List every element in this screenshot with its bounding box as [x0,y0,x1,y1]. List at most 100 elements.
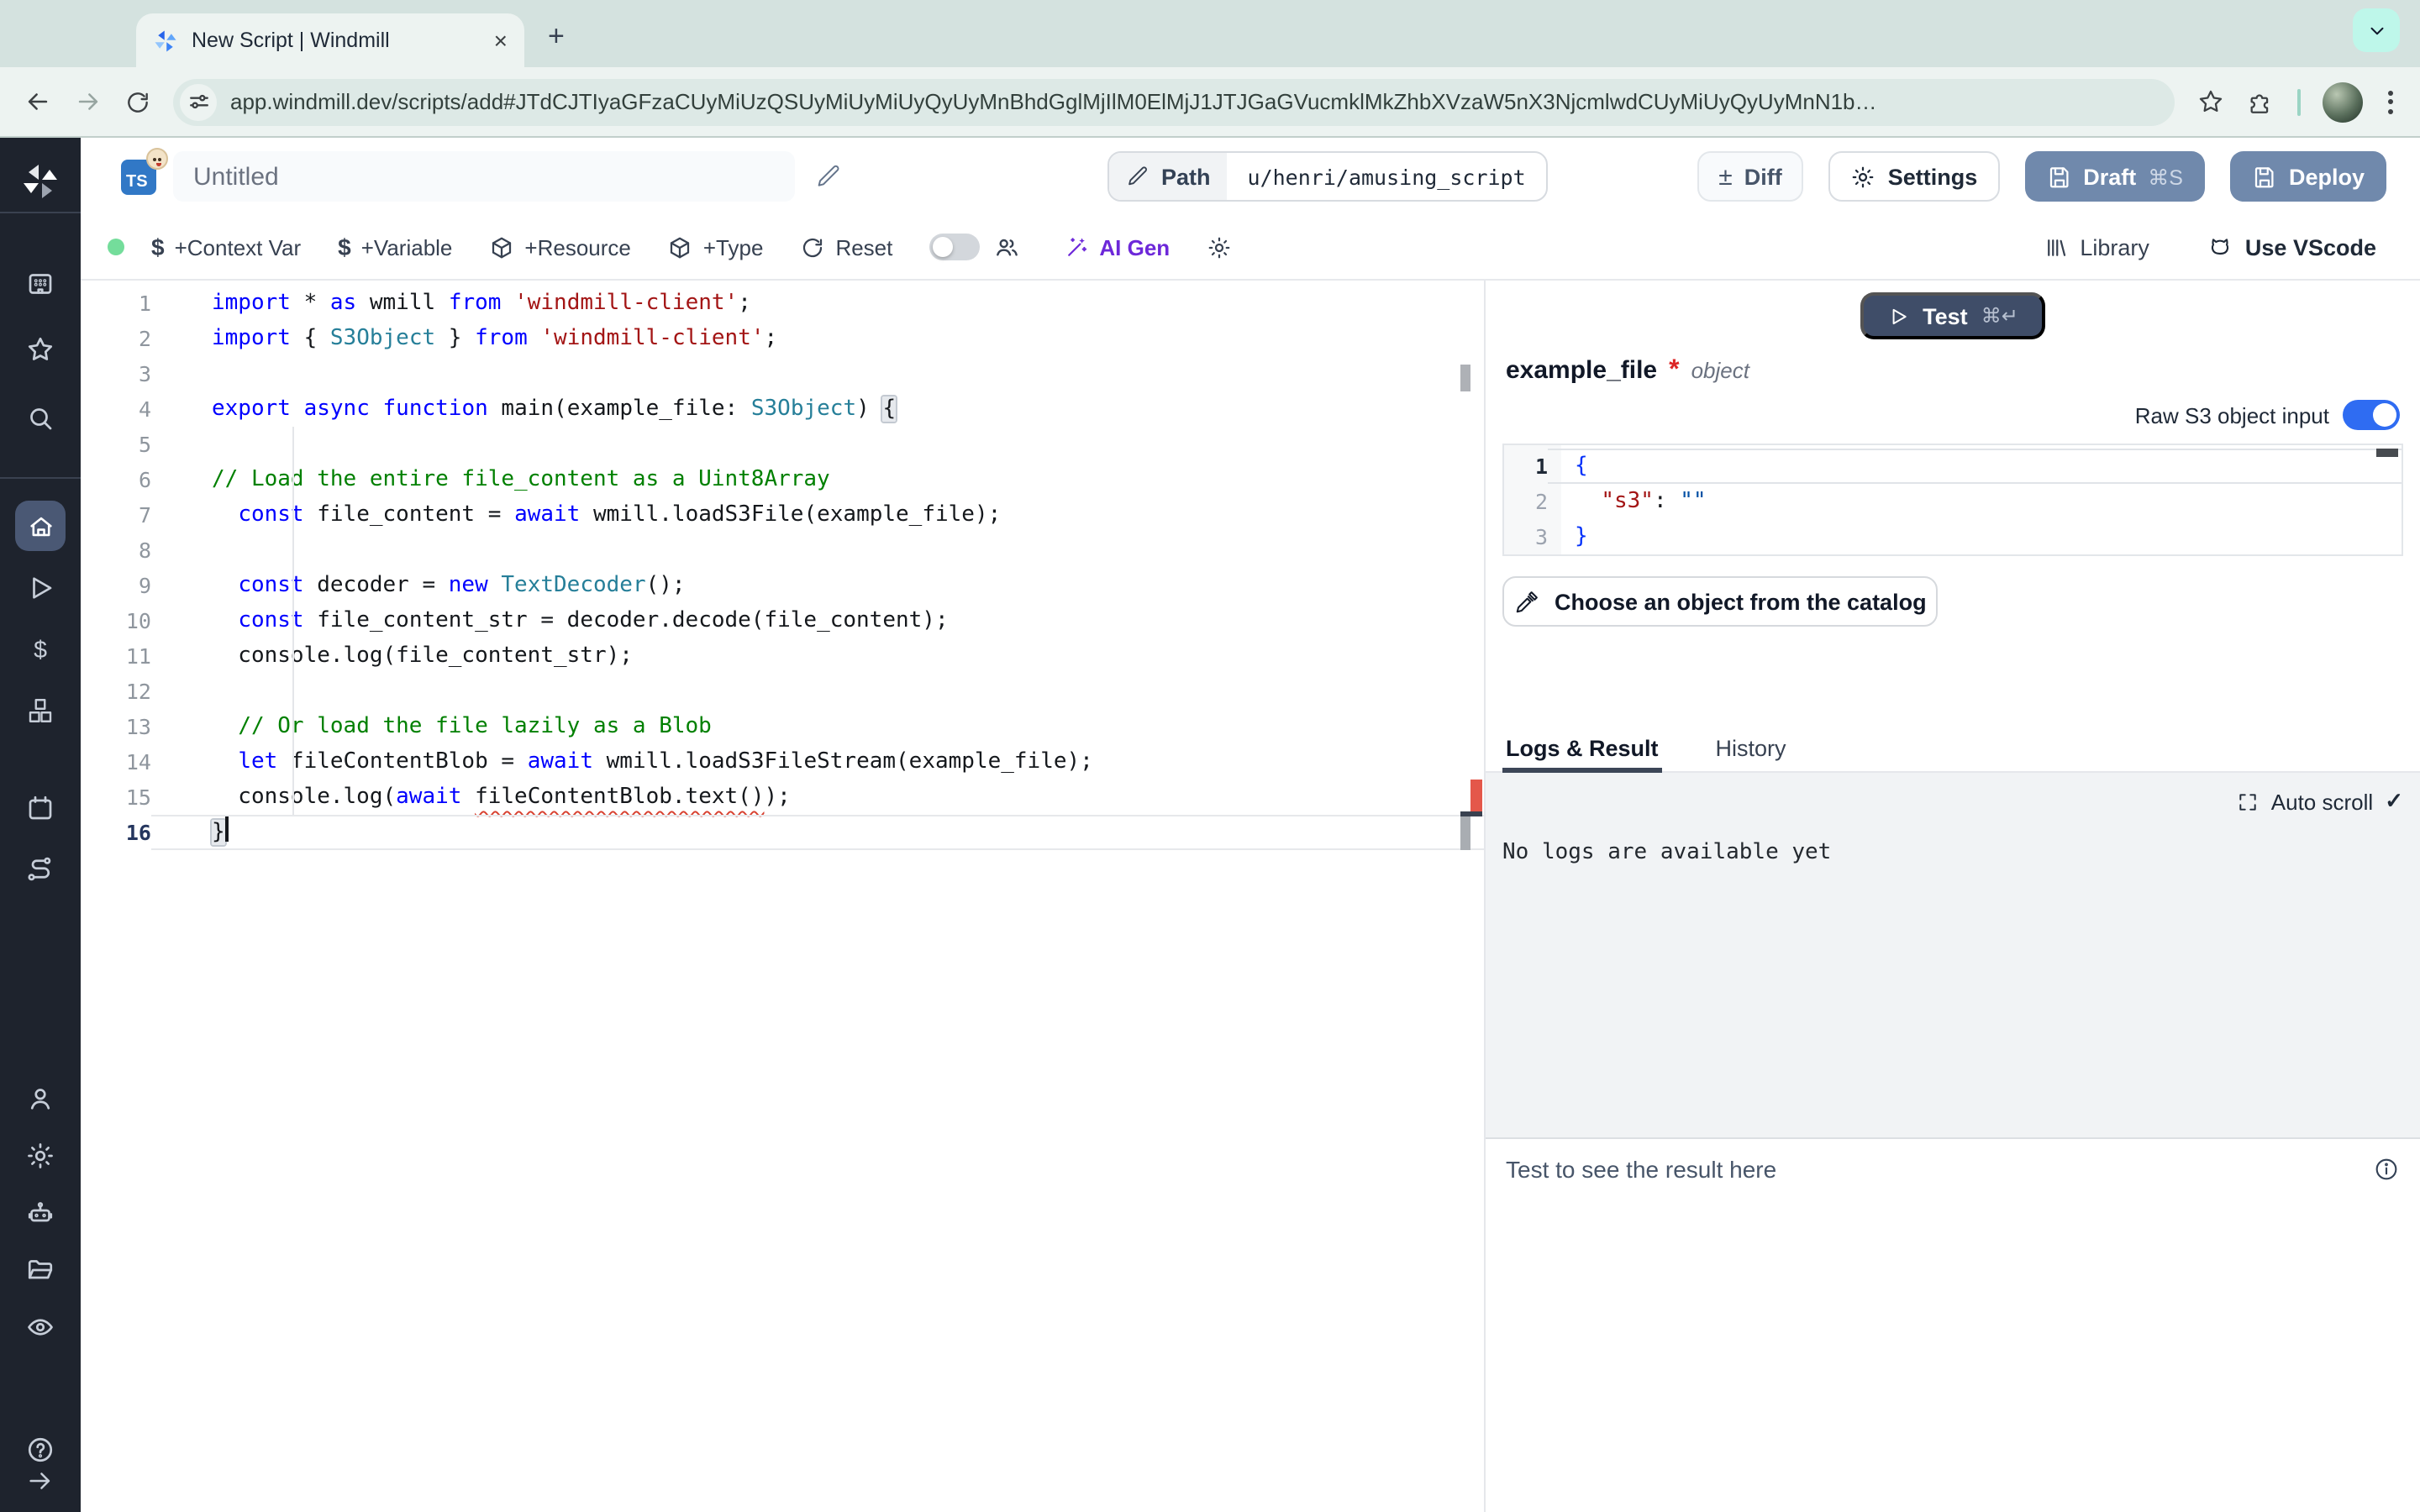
rail-divider [0,477,81,479]
dollar-icon: $ [338,234,351,260]
tab-history[interactable]: History [1712,726,1790,771]
json-lines: 1{2 "s3": ""3} [1504,449,2402,554]
url-text: app.windmill.dev/scripts/add#JTdCJTIyaGF… [230,89,1877,114]
add-context-var-button[interactable]: $ +Context Var [151,234,301,260]
path-button[interactable]: Path u/henri/amusing_script [1107,151,1548,202]
test-button[interactable]: Test ⌘↵ [1860,292,2045,339]
windmill-favicon-icon [153,28,178,53]
editor-settings-gear-icon[interactable] [1207,234,1232,260]
add-resource-button[interactable]: +Resource [489,234,630,260]
info-icon[interactable] [2373,1156,2400,1183]
dollar-icon: $ [151,234,165,260]
browser-menu-icon[interactable] [2385,87,2396,117]
package-icon [668,234,693,260]
argument-name: example_file [1506,356,1657,385]
tab-title: New Script | Windmill [192,29,481,52]
deploy-button[interactable]: Deploy [2230,151,2386,202]
multiplayer-users-icon[interactable] [993,234,1020,260]
language-badge-ts[interactable]: TS [121,159,156,194]
expand-icon [2238,790,2260,812]
sidebar-item-runs[interactable] [25,573,55,603]
script-title-input[interactable]: Untitled [173,151,795,202]
code-editor[interactable]: 1import * as wmill from 'windmill-client… [81,281,1484,1512]
bookmark-star-icon[interactable] [2196,87,2225,116]
sidebar-item-schedules[interactable] [25,793,55,823]
tab-strip: New Script | Windmill × + [0,0,2420,67]
url-row: app.windmill.dev/scripts/add#JTdCJTIyaGF… [0,67,2420,136]
result-panel: Test to see the result here [1486,1139,2420,1512]
scrollbar-mark [1460,365,1470,391]
edit-summary-icon[interactable] [815,163,842,190]
extensions-puzzle-icon[interactable] [2247,87,2275,116]
ts-label: TS [126,172,148,191]
site-settings-icon[interactable] [180,83,217,120]
package-icon [489,234,514,260]
error-overview-mark [1470,780,1482,813]
refresh-icon [800,234,825,260]
sidebar-item-home[interactable] [15,501,66,551]
draft-button[interactable]: Draft ⌘S [2024,151,2205,202]
settings-button[interactable]: Settings [1829,151,2000,202]
screen: New Script | Windmill × + [0,0,2420,1512]
tab-search-button[interactable] [2353,8,2400,52]
use-vscode-button[interactable]: Use VScode [2207,234,2376,260]
save-icon [2046,164,2071,189]
reset-button[interactable]: Reset [800,234,892,260]
sidebar-item-user[interactable] [25,1084,55,1114]
back-button[interactable] [24,87,52,116]
bun-runtime-icon [146,147,168,169]
script-title: Untitled [193,162,279,191]
browser-tab[interactable]: New Script | Windmill × [136,13,524,67]
sidebar-item-variables[interactable]: $ [25,635,55,665]
profile-avatar[interactable] [2323,81,2363,122]
code-lines: 1import * as wmill from 'windmill-client… [81,286,1484,850]
result-hint: Test to see the result here [1506,1156,1776,1183]
raw-s3-label: Raw S3 object input [2135,402,2329,428]
logs-panel: Auto scroll ✓ No logs are available yet [1486,773,2420,1139]
sidebar-item-resources[interactable] [25,696,55,726]
lsp-status-dot [108,239,124,255]
cat-icon [2207,234,2233,260]
library-button[interactable]: Library [2043,234,2149,260]
windmill-logo[interactable] [20,161,60,202]
script-header: TS Untitled Path u/henri/amusing_script [81,138,2420,215]
reload-button[interactable] [124,88,151,115]
ai-gen-button[interactable]: AI Gen [1064,234,1170,260]
svg-text:$: $ [34,637,47,664]
draft-shortcut: ⌘S [2148,164,2183,189]
auto-scroll-label: Auto scroll [2271,789,2373,814]
no-logs-message: No logs are available yet [1502,840,1831,865]
url-bar[interactable]: app.windmill.dev/scripts/add#JTdCJTIyaGF… [173,78,2175,125]
forward-button[interactable] [74,87,103,116]
json-arg-editor[interactable]: 1{2 "s3": ""3} [1502,444,2403,556]
pipette-icon [1514,589,1539,614]
save-icon [2252,164,2277,189]
sidebar-item-workers[interactable] [25,1198,55,1228]
help-icon[interactable] [25,1435,55,1465]
tab-close-icon[interactable]: × [494,29,508,52]
editor-toolbar: $ +Context Var $ +Variable +Resource +Ty… [81,215,2420,281]
sidebar-rail: $ [0,138,81,1512]
add-variable-button[interactable]: $ +Variable [338,234,452,260]
choose-object-button[interactable]: Choose an object from the catalog [1502,576,1939,627]
sidebar-item-folders[interactable] [25,1255,55,1285]
raw-s3-toggle[interactable] [2343,400,2400,430]
new-tab-button[interactable]: + [548,20,565,54]
tab-logs-result[interactable]: Logs & Result [1502,726,1662,771]
sidebar-item-settings[interactable] [25,1141,55,1171]
sidebar-item-favorites[interactable] [25,334,55,365]
multiplayer-toggle[interactable] [929,234,980,260]
auto-scroll-control[interactable]: Auto scroll ✓ [2238,788,2403,815]
pencil-icon [1126,165,1150,188]
sidebar-item-flows[interactable] [25,855,55,885]
collapse-arrow-icon[interactable] [26,1467,55,1495]
magic-wand-icon [1064,234,1089,260]
diff-button[interactable]: ± Diff [1697,151,1803,202]
browser-chrome: New Script | Windmill × + [0,0,2420,138]
json-scrollbar-mark [2376,449,2398,457]
gear-icon [1851,164,1876,189]
sidebar-item-search[interactable] [25,403,55,433]
add-type-button[interactable]: +Type [668,234,764,260]
sidebar-item-workspace[interactable] [25,269,55,299]
sidebar-item-audit-logs[interactable] [25,1312,55,1342]
